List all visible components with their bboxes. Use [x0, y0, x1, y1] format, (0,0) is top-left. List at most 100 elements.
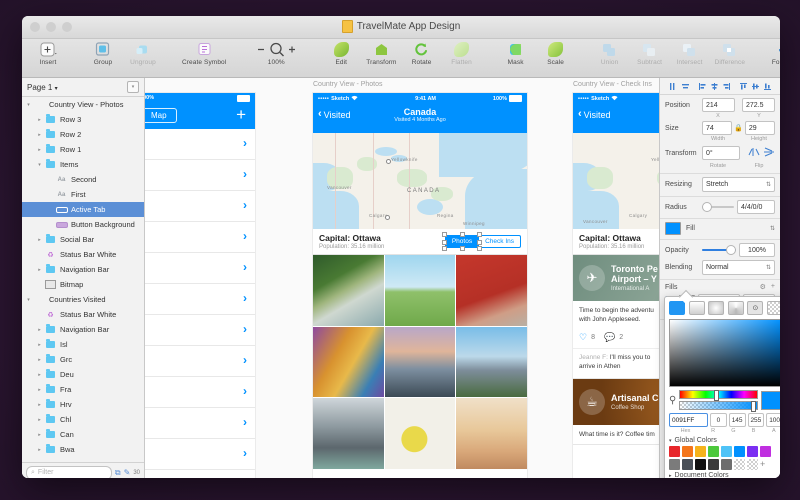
lock-icon[interactable]: 🔒	[732, 124, 745, 132]
color-swatch[interactable]	[734, 446, 745, 457]
align-top-icon[interactable]	[738, 81, 749, 92]
insert-button[interactable]: Insert	[28, 41, 68, 66]
transform-button[interactable]: Transform	[361, 41, 401, 66]
layer-row[interactable]: ▸Row 3	[22, 112, 144, 127]
country-row[interactable]: ›	[145, 315, 255, 346]
radial-gradient-icon[interactable]	[708, 301, 724, 315]
country-row[interactable]: ›	[145, 191, 255, 222]
layer-list[interactable]: ▾Country View - Photos▸Row 3▸Row 2▸Row 1…	[22, 97, 144, 462]
color-swatch[interactable]	[695, 459, 706, 470]
layer-row[interactable]: ♻Status Bar White	[22, 307, 144, 322]
layer-row[interactable]: ▸Isl	[22, 337, 144, 352]
zoom-control[interactable]: 100%	[245, 41, 307, 66]
country-rows[interactable]: ››››››››››››	[145, 129, 255, 478]
disclosure-icon[interactable]: ▸	[35, 342, 44, 348]
ungroup-button[interactable]: Ungroup	[123, 41, 163, 66]
layer-row[interactable]: ▸Social Bar	[22, 232, 144, 247]
canvas-area[interactable]: ••••• 100% Map + ›››››››››››› Country Vi…	[145, 78, 659, 478]
global-colors-row-2[interactable]: +	[669, 459, 780, 470]
disclosure-icon[interactable]: ▸	[35, 117, 44, 123]
layer-row[interactable]: ▾Items	[22, 157, 144, 172]
global-colors-row-1[interactable]	[669, 446, 780, 457]
photo-desert-person[interactable]	[456, 398, 527, 469]
segmented-control[interactable]: Photos Check Ins	[445, 235, 521, 248]
blue-input[interactable]: 255	[748, 413, 765, 427]
disclosure-icon[interactable]: ▾	[35, 162, 44, 168]
intersect-button[interactable]: Intersect	[670, 41, 710, 66]
disclosure-icon[interactable]: ▸	[35, 147, 44, 153]
edit-button[interactable]: Edit	[321, 41, 361, 66]
flip-horizontal-icon[interactable]	[748, 144, 760, 162]
disclosure-icon[interactable]: ▸	[35, 432, 44, 438]
solid-fill-icon[interactable]	[669, 301, 685, 315]
comment-icon[interactable]: 💬	[604, 332, 615, 343]
disclosure-icon[interactable]: ▸	[35, 387, 44, 393]
artboard-country-photos[interactable]: ••••• Sketch 9:41 AM 100%	[313, 93, 527, 478]
style-color-swatch[interactable]	[665, 222, 681, 235]
disclosure-icon[interactable]: ▸	[35, 447, 44, 453]
color-swatch[interactable]	[721, 459, 732, 470]
layer-row[interactable]: AaSecond	[22, 172, 144, 187]
layer-row[interactable]: ▸Can	[22, 427, 144, 442]
photo-grid[interactable]	[313, 255, 527, 469]
disclosure-icon[interactable]: ▸	[35, 417, 44, 423]
country-row[interactable]: ›	[145, 377, 255, 408]
document-colors-header[interactable]: ▸ Document Colors	[669, 472, 780, 478]
map-button[interactable]: Map	[145, 108, 177, 123]
page-selector[interactable]: Page 1 ▾	[27, 83, 58, 92]
plus-icon[interactable]: +	[771, 283, 775, 291]
color-picker-popover[interactable]: ⊙ ⚲ 0091FF 0 14	[664, 296, 780, 478]
align-left-icon[interactable]	[668, 81, 679, 92]
eyedropper-icon[interactable]: ⚲	[669, 395, 676, 406]
layer-row[interactable]: ♻Status Bar White	[22, 247, 144, 262]
pattern-fill-icon[interactable]: ⊙	[747, 301, 763, 315]
size-width-input[interactable]: 74	[702, 121, 732, 135]
distribute-v-icon[interactable]	[750, 81, 761, 92]
checkin-card-airport[interactable]: ✈ Toronto Pe Airport – Y International A…	[573, 255, 659, 379]
disclosure-icon[interactable]: ▸	[35, 327, 44, 333]
heart-icon[interactable]: ♡	[579, 332, 587, 343]
color-swatch[interactable]	[669, 446, 680, 457]
color-swatch[interactable]	[682, 459, 693, 470]
move-forward-button[interactable]: Forward	[764, 41, 780, 66]
global-colors-header[interactable]: ▾ Global Colors	[669, 437, 780, 444]
artboard-label-checkins[interactable]: Country View - Check Ins	[573, 81, 652, 88]
alpha-slider[interactable]	[679, 401, 758, 410]
position-x-input[interactable]: 214	[702, 98, 735, 112]
photo-macarons[interactable]	[385, 398, 456, 469]
layer-row[interactable]: AaFirst	[22, 187, 144, 202]
color-swatch[interactable]	[708, 446, 719, 457]
page-options-button[interactable]: ▾	[127, 81, 139, 93]
layer-row[interactable]: Button Background	[22, 217, 144, 232]
alpha-input[interactable]: 100	[766, 413, 780, 427]
saturation-value-field[interactable]	[669, 319, 780, 387]
stepper-icon[interactable]: ⇅	[770, 225, 775, 232]
country-row[interactable]: ›	[145, 284, 255, 315]
union-button[interactable]: Union	[590, 41, 630, 66]
country-row[interactable]: ›	[145, 253, 255, 284]
color-swatch[interactable]	[721, 446, 732, 457]
disclosure-icon[interactable]: ▸	[35, 267, 44, 273]
disclosure-icon[interactable]: ▾	[24, 102, 33, 108]
layer-row[interactable]: ▸Deu	[22, 367, 144, 382]
align-bottom-icon[interactable]	[762, 81, 773, 92]
radius-slider[interactable]	[702, 202, 734, 212]
opacity-slider[interactable]	[702, 245, 736, 255]
filter-input[interactable]: ⌕ Filter	[26, 466, 112, 479]
segment-checkins[interactable]: Check Ins	[479, 235, 521, 248]
rotate-button[interactable]: Rotate	[402, 41, 442, 66]
layer-row[interactable]: ▸Grc	[22, 352, 144, 367]
disclosure-icon[interactable]: ▸	[35, 357, 44, 363]
artboard-countries-visited[interactable]: ••••• 100% Map + ››››››››››››	[145, 93, 255, 478]
disclosure-icon[interactable]: ▸	[35, 402, 44, 408]
difference-button[interactable]: Difference	[710, 41, 751, 66]
layer-row[interactable]: ▸Fra	[22, 382, 144, 397]
checkin-card-coffee[interactable]: ☕ Artisanal C Coffee Shop What time is i…	[573, 379, 659, 445]
pencil-icon[interactable]: ✎	[124, 468, 131, 477]
hex-input[interactable]: 0091FF	[669, 413, 708, 427]
color-swatch[interactable]	[682, 446, 693, 457]
country-row[interactable]: ›	[145, 129, 255, 160]
disclosure-icon[interactable]: ▸	[35, 237, 44, 243]
empty-swatch[interactable]	[734, 459, 745, 470]
photo-red-wall-bicycle[interactable]	[456, 255, 527, 326]
